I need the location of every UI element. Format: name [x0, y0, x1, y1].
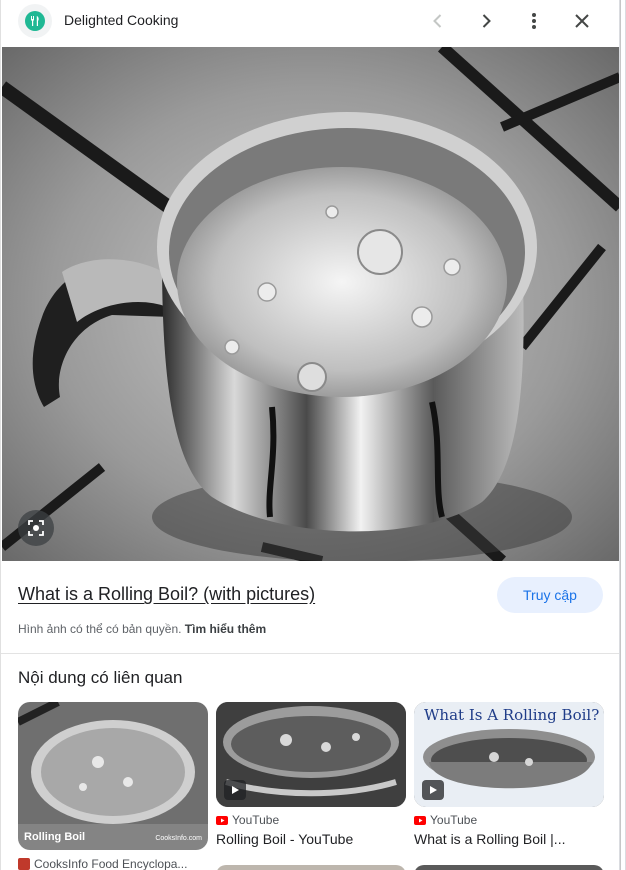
youtube-icon	[216, 815, 228, 825]
learn-more-link[interactable]: Tìm hiểu thêm	[185, 622, 266, 636]
cooksinfo-favicon-icon	[18, 858, 30, 870]
related-source: YouTube	[216, 813, 406, 827]
copyright-notice: Hình ảnh có thể có bản quyền. Tìm hiểu t…	[18, 622, 266, 636]
lens-icon	[28, 520, 44, 536]
more-options-button[interactable]	[520, 7, 548, 35]
related-card-youtube-1[interactable]: YouTube Rolling Boil - YouTube	[216, 702, 406, 847]
play-icon	[224, 780, 246, 800]
site-logo[interactable]	[18, 4, 52, 38]
related-source: YouTube	[414, 813, 604, 827]
next-button[interactable]	[472, 7, 500, 35]
thumb-caption: What Is A Rolling Boil?	[424, 706, 600, 724]
close-button[interactable]	[568, 7, 596, 35]
scrollbar-thumb[interactable]	[620, 0, 625, 870]
scrollbar[interactable]	[619, 0, 626, 870]
related-card-cooksinfo[interactable]: Rolling Boil CooksInfo.com CooksInfo Foo…	[18, 702, 208, 870]
image-viewer-panel: Delighted Cooking What is a Rolling Boil…	[0, 0, 619, 870]
close-icon	[575, 14, 589, 28]
related-title: Rolling Boil - YouTube	[216, 831, 354, 847]
chevron-left-icon	[433, 14, 442, 28]
related-thumbnail: What Is A Rolling Boil?	[414, 702, 604, 807]
thumb-credit: CooksInfo.com	[155, 835, 202, 842]
chevron-right-icon	[482, 14, 491, 28]
cutlery-icon	[25, 11, 45, 31]
related-thumbnail	[216, 702, 406, 807]
preview-image[interactable]	[2, 47, 619, 561]
copyright-text: Hình ảnh có thể có bản quyền.	[18, 622, 182, 636]
related-thumbnail-peek[interactable]	[414, 865, 604, 870]
related-thumbnail: Rolling Boil CooksInfo.com	[18, 702, 208, 850]
related-thumbnail-peek[interactable]	[216, 865, 406, 870]
related-card-youtube-2[interactable]: What Is A Rolling Boil? YouTube What is …	[414, 702, 604, 847]
visit-button[interactable]: Truy cập	[497, 577, 603, 613]
previous-button[interactable]	[424, 7, 452, 35]
site-name[interactable]: Delighted Cooking	[64, 12, 178, 28]
thumb-caption: Rolling Boil	[24, 831, 86, 843]
source-label: YouTube	[430, 813, 478, 827]
play-icon	[422, 780, 444, 800]
more-vert-icon	[532, 13, 536, 29]
related-title: What is a Rolling Boil |...	[414, 831, 566, 847]
viewer-header: Delighted Cooking	[1, 0, 619, 42]
divider	[1, 653, 619, 654]
result-title-link[interactable]: What is a Rolling Boil? (with pictures)	[18, 584, 315, 605]
youtube-icon	[414, 815, 426, 825]
lens-search-button[interactable]	[18, 510, 54, 546]
source-label: CooksInfo Food Encyclopa...	[34, 857, 188, 870]
related-heading: Nội dung có liên quan	[18, 668, 183, 687]
boiling-pot-illustration	[2, 47, 619, 561]
source-label: YouTube	[232, 813, 280, 827]
related-source: CooksInfo Food Encyclopa...	[18, 857, 208, 870]
